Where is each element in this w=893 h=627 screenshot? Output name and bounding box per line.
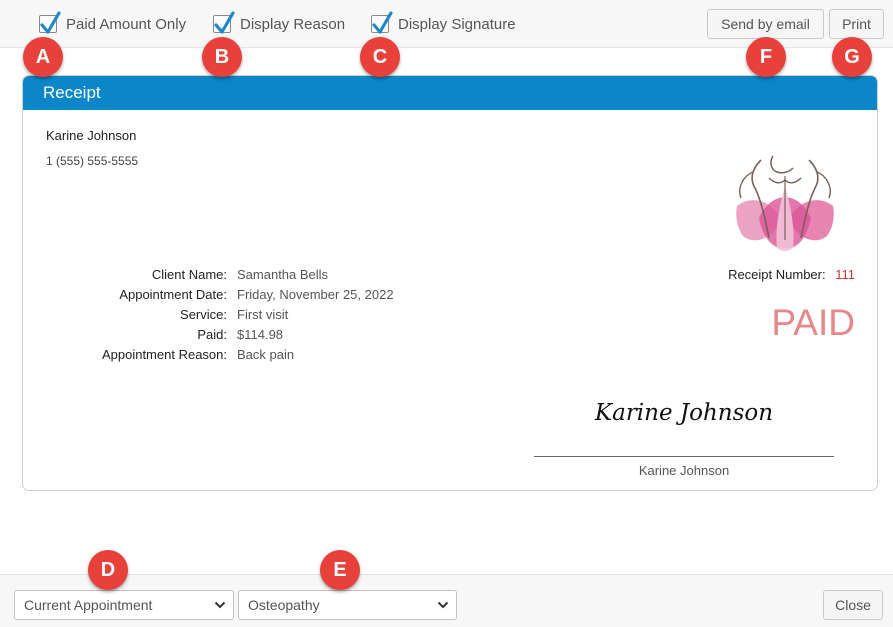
display-signature-label: Display Signature — [398, 15, 516, 33]
marker-f: F — [746, 37, 786, 77]
logo-icon — [736, 155, 834, 251]
signature-line — [534, 456, 834, 457]
marker-c: C — [360, 37, 400, 77]
receipt-title: Receipt — [43, 83, 101, 102]
checkmark-icon — [214, 11, 235, 34]
appointment-date-label: Appointment Date: — [119, 287, 227, 302]
marker-d: D — [88, 550, 128, 590]
client-name-value: Samantha Bells — [237, 267, 329, 282]
display-reason-label: Display Reason — [240, 15, 346, 33]
chevron-down-icon — [437, 601, 449, 609]
receipt-header: Receipt — [23, 76, 877, 110]
appointment-scope-select[interactable]: Current Appointment — [14, 590, 234, 620]
paid-label: Paid: — [197, 327, 227, 342]
print-button[interactable]: Print — [829, 9, 884, 39]
service-value: First visit — [237, 307, 289, 322]
send-by-email-button[interactable]: Send by email — [707, 9, 824, 39]
receipt-card: Receipt Karine Johnson 1 (555) 555-5555 … — [22, 75, 878, 491]
service-select-value: Osteopathy — [248, 597, 320, 613]
display-reason-checkbox[interactable]: Display Reason — [213, 11, 346, 36]
checkbox-box[interactable] — [213, 11, 235, 34]
client-name-label: Client Name: — [151, 267, 227, 282]
marker-e: E — [320, 550, 360, 590]
footer-bar: Current Appointment Osteopathy Close — [0, 574, 893, 627]
paid-amount-only-checkbox[interactable]: Paid Amount Only — [39, 11, 187, 36]
marker-b: B — [202, 37, 242, 77]
service-label: Service: — [180, 307, 227, 322]
paid-status: PAID — [771, 302, 855, 343]
marker-a: A — [23, 37, 63, 77]
provider-phone: 1 (555) 555-5555 — [46, 154, 139, 168]
checkbox-box[interactable] — [39, 11, 61, 34]
marker-g: G — [832, 37, 872, 77]
checkbox-box[interactable] — [371, 11, 393, 34]
signature-name: Karine Johnson — [638, 463, 730, 478]
receipt-number: Receipt Number: 111 — [683, 267, 855, 282]
signature: Karine Johnson — [594, 400, 774, 426]
appointment-reason-value: Back pain — [237, 347, 295, 362]
checkmark-icon — [40, 11, 61, 34]
service-select[interactable]: Osteopathy — [238, 590, 457, 620]
appointment-date-value: Friday, November 25, 2022 — [237, 287, 394, 302]
provider-name: Karine Johnson — [46, 128, 137, 143]
chevron-down-icon — [214, 601, 226, 609]
appointment-scope-value: Current Appointment — [24, 597, 153, 613]
appointment-reason-label: Appointment Reason: — [101, 347, 227, 362]
paid-value: $114.98 — [237, 327, 284, 342]
display-signature-checkbox[interactable]: Display Signature — [371, 11, 516, 36]
paid-amount-only-label: Paid Amount Only — [66, 15, 187, 33]
receipt-number-label: Receipt Number: — [728, 267, 826, 282]
checkmark-icon — [372, 11, 393, 34]
close-button[interactable]: Close — [823, 590, 883, 620]
receipt-number-value: 111 — [835, 267, 855, 282]
